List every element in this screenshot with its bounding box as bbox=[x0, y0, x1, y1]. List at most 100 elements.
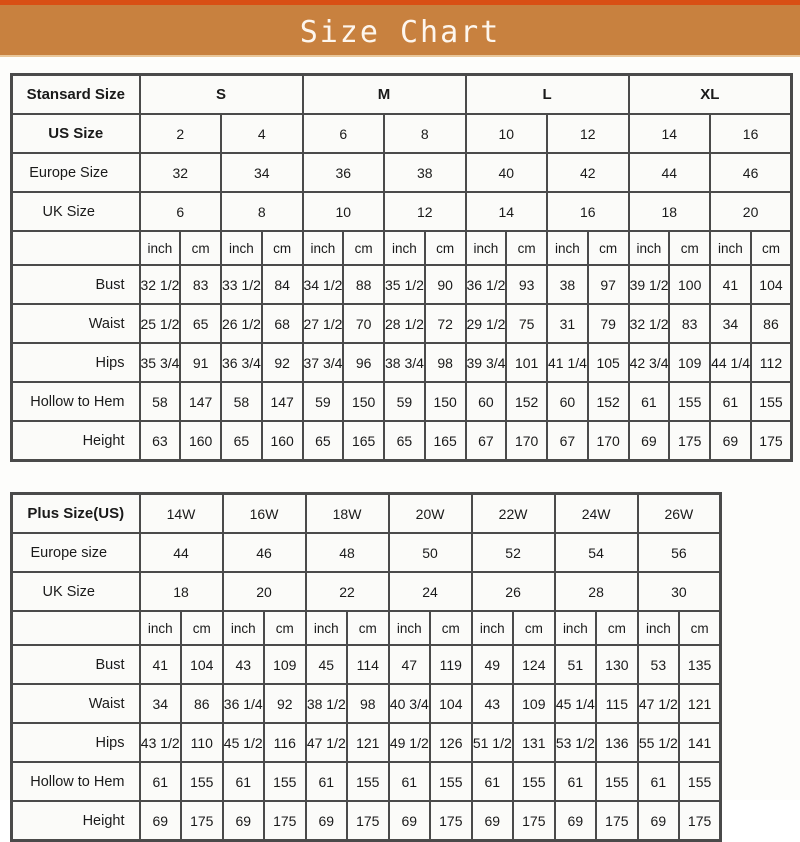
cell-hollow-10: 60 bbox=[546, 381, 589, 422]
plus-cell-hips-1: 110 bbox=[180, 722, 224, 763]
unit-cell-cm-0: cm bbox=[179, 230, 222, 266]
plus-cell-hollow-11: 155 bbox=[595, 761, 639, 802]
plus-cell-height-9: 175 bbox=[512, 800, 556, 842]
cell-height-0: 63 bbox=[138, 420, 182, 462]
group-header-m: M bbox=[301, 73, 467, 115]
cell-hollow-12: 61 bbox=[627, 381, 671, 422]
group-header-l: L bbox=[464, 73, 630, 115]
plus-cell-uk-0: 18 bbox=[138, 571, 224, 612]
plus-cell-bust-2: 43 bbox=[221, 644, 266, 685]
plus-cell-uk-3: 24 bbox=[387, 571, 473, 612]
units-row-empty-label bbox=[10, 230, 141, 266]
cell-height-13: 175 bbox=[668, 420, 712, 462]
cell-height-5: 165 bbox=[342, 420, 386, 462]
plus-unit-cell-cm-4: cm bbox=[512, 610, 556, 646]
plus-size-header-4: 22W bbox=[470, 492, 556, 534]
cell-hollow-14: 61 bbox=[709, 381, 752, 422]
cell-height-14: 69 bbox=[709, 420, 752, 462]
plus-cell-hollow-8: 61 bbox=[470, 761, 515, 802]
cell-uk-2: 10 bbox=[301, 191, 386, 232]
plus-size-table-wrap: Plus Size(US) 14W 16W 18W 20W 22W 24W 26… bbox=[0, 492, 800, 842]
cell-eu-6: 44 bbox=[627, 152, 712, 193]
plus-cell-hips-0: 43 1/2 bbox=[138, 722, 182, 763]
plus-cell-waist-3: 92 bbox=[263, 683, 307, 724]
plus-cell-bust-9: 124 bbox=[512, 644, 556, 685]
cell-height-2: 65 bbox=[220, 420, 263, 462]
page-title: Size Chart bbox=[299, 14, 501, 50]
plus-cell-hips-13: 141 bbox=[678, 722, 722, 763]
plus-unit-cell-inch-5: inch bbox=[553, 610, 598, 646]
plus-cell-height-7: 175 bbox=[429, 800, 473, 842]
cell-height-9: 170 bbox=[505, 420, 549, 462]
plus-cell-eu-4: 52 bbox=[470, 532, 556, 573]
plus-cell-bust-11: 130 bbox=[595, 644, 639, 685]
plus-unit-cell-inch-3: inch bbox=[387, 610, 432, 646]
row-label-waist: Waist bbox=[10, 303, 141, 344]
plus-cell-bust-4: 45 bbox=[304, 644, 349, 685]
cell-bust-1: 83 bbox=[179, 264, 222, 305]
cell-hollow-6: 59 bbox=[383, 381, 426, 422]
cell-uk-7: 20 bbox=[709, 191, 793, 232]
plus-row-label-hollow-to-hem: Hollow to Hem bbox=[10, 761, 141, 802]
plus-cell-eu-5: 54 bbox=[553, 532, 639, 573]
cell-hollow-4: 59 bbox=[301, 381, 345, 422]
cell-hips-11: 105 bbox=[586, 342, 630, 383]
unit-cell-inch-4: inch bbox=[464, 230, 508, 266]
plus-unit-cell-inch-4: inch bbox=[470, 610, 515, 646]
plus-unit-cell-cm-5: cm bbox=[595, 610, 639, 646]
unit-cell-inch-3: inch bbox=[383, 230, 426, 266]
plus-cell-hips-4: 47 1/2 bbox=[304, 722, 349, 763]
plus-cell-eu-2: 48 bbox=[304, 532, 390, 573]
unit-cell-cm-4: cm bbox=[505, 230, 549, 266]
plus-cell-waist-2: 36 1/4 bbox=[221, 683, 266, 724]
plus-cell-hips-11: 136 bbox=[595, 722, 639, 763]
unit-cell-cm-3: cm bbox=[423, 230, 467, 266]
plus-row-label-bust: Bust bbox=[10, 644, 141, 685]
plus-cell-uk-4: 26 bbox=[470, 571, 556, 612]
cell-bust-8: 36 1/2 bbox=[464, 264, 508, 305]
plus-cell-hollow-1: 155 bbox=[180, 761, 224, 802]
cell-waist-14: 34 bbox=[709, 303, 752, 344]
plus-row-label-hips: Hips bbox=[10, 722, 141, 763]
cell-uk-6: 18 bbox=[627, 191, 712, 232]
plus-size-table: Plus Size(US) 14W 16W 18W 20W 22W 24W 26… bbox=[10, 492, 723, 842]
plus-cell-hollow-7: 155 bbox=[429, 761, 473, 802]
plus-cell-eu-6: 56 bbox=[636, 532, 722, 573]
cell-hips-4: 37 3/4 bbox=[301, 342, 345, 383]
plus-cell-hips-2: 45 1/2 bbox=[221, 722, 266, 763]
cell-bust-0: 32 1/2 bbox=[138, 264, 182, 305]
cell-bust-12: 39 1/2 bbox=[627, 264, 671, 305]
plus-row-label-uk-size: UK Size bbox=[10, 571, 141, 612]
group-header-s: S bbox=[138, 73, 304, 115]
table-row-plus-uk-size: UK Size 18 20 22 24 26 28 30 bbox=[10, 571, 722, 612]
plus-cell-hollow-5: 155 bbox=[346, 761, 390, 802]
cell-waist-5: 70 bbox=[342, 303, 386, 344]
cell-hollow-1: 147 bbox=[179, 381, 222, 422]
cell-hips-0: 35 3/4 bbox=[138, 342, 182, 383]
cell-bust-7: 90 bbox=[423, 264, 467, 305]
cell-bust-13: 100 bbox=[668, 264, 712, 305]
row-label-height: Height bbox=[10, 420, 141, 462]
cell-hips-13: 109 bbox=[668, 342, 712, 383]
cell-height-11: 170 bbox=[586, 420, 630, 462]
cell-bust-15: 104 bbox=[749, 264, 793, 305]
plus-cell-height-0: 69 bbox=[138, 800, 182, 842]
table-row-hollow-to-hem: Hollow to Hem 58 147 58 147 59 150 59 150 60 152 6… bbox=[10, 381, 793, 422]
cell-eu-0: 32 bbox=[138, 152, 222, 193]
plus-cell-hollow-12: 61 bbox=[636, 761, 681, 802]
plus-cell-waist-9: 109 bbox=[512, 683, 556, 724]
cell-height-8: 67 bbox=[464, 420, 508, 462]
table-row-uk-size: UK Size 6 8 10 12 14 16 18 20 bbox=[10, 191, 793, 232]
table-row-plus-hips: Hips 43 1/2 110 45 1/2 116 47 1/2 121 49 1/2 12… bbox=[10, 722, 722, 763]
standard-size-table-wrap: Stansard Size S M L XL US Size 2 4 6 8 1… bbox=[0, 73, 800, 462]
table-row-hips: Hips 35 3/4 91 36 3/4 92 37 3/4 96 38 3/4 98 39 … bbox=[10, 342, 793, 383]
cell-hips-1: 91 bbox=[179, 342, 222, 383]
plus-cell-hollow-4: 61 bbox=[304, 761, 349, 802]
cell-us-0: 2 bbox=[138, 113, 222, 154]
cell-waist-13: 83 bbox=[668, 303, 712, 344]
table-row-plus-header: Plus Size(US) 14W 16W 18W 20W 22W 24W 26… bbox=[10, 492, 722, 534]
cell-hips-6: 38 3/4 bbox=[383, 342, 426, 383]
cell-waist-4: 27 1/2 bbox=[301, 303, 345, 344]
plus-cell-hollow-2: 61 bbox=[221, 761, 266, 802]
cell-bust-11: 97 bbox=[586, 264, 630, 305]
